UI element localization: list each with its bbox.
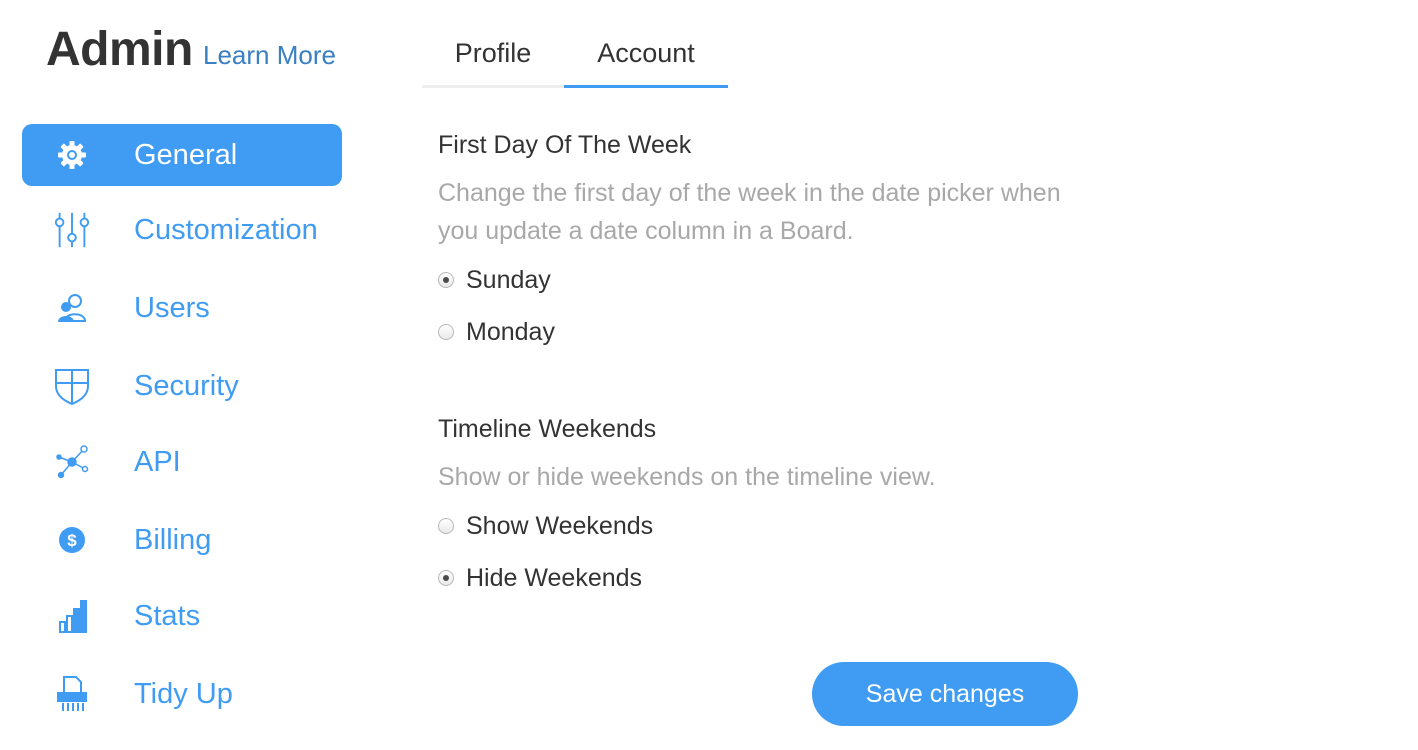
sidebar-item-label: Tidy Up <box>134 677 233 710</box>
sidebar-item-label: Users <box>134 291 210 324</box>
radio-button[interactable] <box>438 272 454 288</box>
radio-button[interactable] <box>438 324 454 340</box>
shredder-icon <box>52 674 92 714</box>
sidebar-item-api[interactable]: API <box>22 431 342 493</box>
sidebar: Admin Learn More General Customization U… <box>0 0 380 750</box>
sidebar-item-label: General <box>134 138 238 171</box>
radio-label: Monday <box>466 317 555 346</box>
sidebar-item-billing[interactable]: $ Billing <box>22 509 342 571</box>
tab-profile[interactable]: Profile <box>422 38 564 88</box>
users-icon <box>52 288 92 328</box>
sidebar-item-label: Customization <box>134 213 318 246</box>
sidebar-item-security[interactable]: Security <box>22 355 342 417</box>
sidebar-item-label: Stats <box>134 599 201 632</box>
shield-icon <box>52 366 92 406</box>
timeline-weekends-title: Timeline Weekends <box>438 415 657 443</box>
learn-more-link[interactable]: Learn More <box>203 40 336 71</box>
first-day-description: Change the first day of the week in the … <box>438 179 1061 245</box>
radio-button[interactable] <box>438 570 454 586</box>
sliders-icon <box>52 210 92 250</box>
sidebar-item-label: API <box>134 445 181 478</box>
radio-button[interactable] <box>438 518 454 534</box>
dollar-icon: $ <box>52 520 92 560</box>
timeline-weekends-description: Show or hide weekends on the timeline vi… <box>438 463 936 491</box>
radio-label: Show Weekends <box>466 511 654 540</box>
sidebar-item-tidy-up[interactable]: Tidy Up <box>22 663 342 725</box>
radio-label: Sunday <box>466 265 551 294</box>
active-tab-indicator <box>564 85 728 88</box>
sidebar-item-users[interactable]: Users <box>22 277 342 339</box>
sidebar-item-label: Billing <box>134 523 212 556</box>
radio-show-weekends[interactable]: Show Weekends <box>438 511 653 541</box>
gear-icon <box>52 135 92 175</box>
radio-monday[interactable]: Monday <box>438 317 555 347</box>
save-changes-button[interactable]: Save changes <box>812 662 1078 726</box>
tab-bar: Profile Account <box>422 30 728 88</box>
radio-label: Hide Weekends <box>466 563 643 592</box>
tab-account[interactable]: Account <box>564 38 728 88</box>
network-icon <box>52 442 92 482</box>
radio-sunday[interactable]: Sunday <box>438 265 551 295</box>
page-title: Admin <box>46 23 193 76</box>
first-day-title: First Day Of The Week <box>438 131 692 159</box>
svg-text:$: $ <box>67 531 77 550</box>
sidebar-item-general[interactable]: General <box>22 124 342 186</box>
sidebar-item-customization[interactable]: Customization <box>22 199 342 261</box>
bar-chart-icon <box>52 596 92 636</box>
radio-hide-weekends[interactable]: Hide Weekends <box>438 563 642 593</box>
sidebar-item-stats[interactable]: Stats <box>22 585 342 647</box>
sidebar-item-label: Security <box>134 369 239 402</box>
